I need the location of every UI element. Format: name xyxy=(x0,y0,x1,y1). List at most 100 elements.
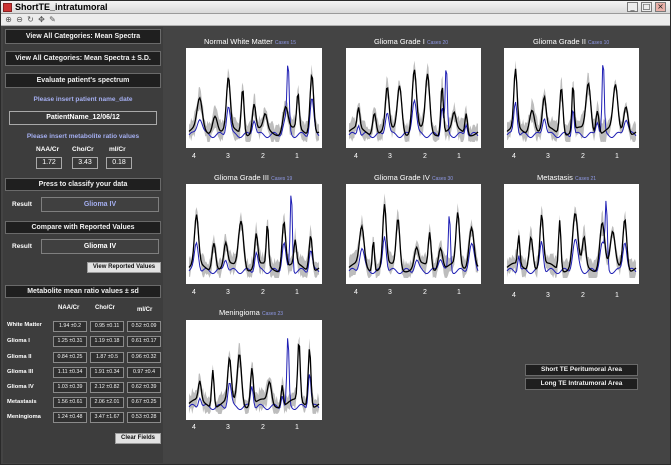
value-cell: 0.84 ±0.25 xyxy=(53,352,87,363)
spectrum-plot xyxy=(186,320,322,420)
ppm-tick: 2 xyxy=(261,424,265,431)
cho-cr-label: Cho/Cr xyxy=(72,146,94,153)
ppm-tick: 1 xyxy=(457,289,461,296)
value-cell: 1.25 ±0.31 xyxy=(53,336,87,347)
mi-cr-input[interactable]: 0.18 xyxy=(106,157,132,169)
mean-ratio-header: Metabolite mean ratio values ± sd xyxy=(5,285,161,298)
close-button[interactable]: × xyxy=(655,2,666,12)
data-cursor-icon[interactable]: ✎ xyxy=(48,15,57,24)
ppm-tick: 3 xyxy=(546,292,550,299)
panel-title: Normal White Matter Cases 15 xyxy=(204,37,296,46)
ppm-axis: 4 3 2 1 xyxy=(186,424,322,434)
ppm-tick: 2 xyxy=(261,289,265,296)
row-label: Glioma I xyxy=(7,338,30,344)
mi-cr-label: mI/Cr xyxy=(109,146,126,153)
ppm-tick: 4 xyxy=(354,153,358,160)
compare-result-value: Glioma IV xyxy=(41,239,159,254)
ppm-axis: 4 3 2 1 xyxy=(504,153,639,163)
value-cell: 1.94 ±0.2 xyxy=(53,321,87,332)
ppm-tick: 1 xyxy=(457,153,461,160)
compare-result-label: Result xyxy=(12,243,32,250)
control-panel: View All Categories: Mean Spectra View A… xyxy=(3,27,163,463)
ppm-axis: 4 3 2 1 xyxy=(504,292,639,302)
spectrum-plot xyxy=(504,48,639,148)
long-te-intratumoral-button[interactable]: Long TE Intratumoral Area xyxy=(525,378,638,390)
naa-cr-input[interactable]: 1.72 xyxy=(36,157,62,169)
naa-cr-label: NAA/Cr xyxy=(36,146,60,153)
ppm-tick: 3 xyxy=(388,289,392,296)
insert-ratio-label: Please insert metabolite ratio values xyxy=(26,133,140,140)
value-cell: 2.12 ±0.82 xyxy=(90,382,124,393)
ppm-tick: 4 xyxy=(192,424,196,431)
value-cell: 1.91 ±0.34 xyxy=(90,367,124,378)
window-title: ShortTE_intratumoral xyxy=(15,2,108,12)
value-cell: 0.95 ±0.11 xyxy=(90,321,124,332)
ppm-tick: 1 xyxy=(295,424,299,431)
spectrum-plot xyxy=(186,48,322,148)
table-header-cho: Cho/Cr xyxy=(95,305,115,311)
classify-result-label: Result xyxy=(12,201,32,208)
row-label: Glioma IV xyxy=(7,384,34,390)
panel-title: Metastasis Cases 21 xyxy=(537,173,597,182)
insert-name-label: Please insert patient name_date xyxy=(33,96,133,103)
view-mean-spectra-button[interactable]: View All Categories: Mean Spectra xyxy=(5,29,161,44)
short-te-peritumoral-button[interactable]: Short TE Peritumoral Area xyxy=(525,364,638,376)
minimize-button[interactable]: _ xyxy=(627,2,638,12)
clear-fields-button[interactable]: Clear Fields xyxy=(115,433,161,444)
ppm-axis: 4 3 2 1 xyxy=(346,289,481,299)
ppm-axis: 4 3 2 1 xyxy=(346,153,481,163)
panel-title: Meningioma Cases 23 xyxy=(219,308,284,317)
value-cell: 1.19 ±0.18 xyxy=(90,336,124,347)
value-cell: 1.24 ±0.48 xyxy=(53,412,87,423)
value-cell: 1.56 ±0.61 xyxy=(53,397,87,408)
ppm-axis: 4 3 2 1 xyxy=(186,289,322,299)
figure-toolbar: ⊕ ⊖ ↻ ✥ ✎ xyxy=(1,14,670,26)
ppm-tick: 2 xyxy=(581,153,585,160)
patient-name-input[interactable]: PatientName_12/06/12 xyxy=(9,111,157,125)
maximize-button[interactable]: □ xyxy=(641,2,652,12)
ppm-tick: 1 xyxy=(295,153,299,160)
table-header-mi: mI/Cr xyxy=(137,307,153,313)
app-window: ShortTE_intratumoral _ □ × ⊕ ⊖ ↻ ✥ ✎ Vie… xyxy=(0,0,671,465)
spectrum-plot xyxy=(346,184,481,284)
panel-title: Glioma Grade IV Cases 30 xyxy=(374,173,454,182)
rotate-icon[interactable]: ↻ xyxy=(26,15,35,24)
classify-result-value: Glioma IV xyxy=(41,197,159,212)
value-cell: 3.47 ±1.67 xyxy=(90,412,124,423)
panel-title: Glioma Grade III Cases 19 xyxy=(214,173,293,182)
ppm-tick: 3 xyxy=(226,153,230,160)
value-cell: 1.87 ±0.5 xyxy=(90,352,124,363)
ppm-tick: 3 xyxy=(226,424,230,431)
view-mean-spectra-sd-button[interactable]: View All Categories: Mean Spectra ± S.D. xyxy=(5,51,161,66)
spectrum-plot xyxy=(504,184,639,284)
ppm-tick: 3 xyxy=(226,289,230,296)
ppm-tick: 4 xyxy=(512,292,516,299)
evaluate-spectrum-button[interactable]: Evaluate patient's spectrum xyxy=(5,73,161,88)
row-label: Metastasis xyxy=(7,399,37,405)
compare-reported-button[interactable]: Compare with Reported Values xyxy=(5,221,161,234)
zoom-out-icon[interactable]: ⊖ xyxy=(15,15,24,24)
value-cell: 0.62 ±0.39 xyxy=(127,382,161,393)
ppm-tick: 4 xyxy=(354,289,358,296)
cho-cr-input[interactable]: 3.43 xyxy=(72,157,98,169)
ppm-tick: 2 xyxy=(581,292,585,299)
value-cell: 0.53 ±0.28 xyxy=(127,412,161,423)
ppm-tick: 2 xyxy=(423,153,427,160)
zoom-in-icon[interactable]: ⊕ xyxy=(4,15,13,24)
ppm-tick: 1 xyxy=(615,153,619,160)
spectrum-plot xyxy=(186,184,322,284)
ppm-tick: 2 xyxy=(423,289,427,296)
classify-button[interactable]: Press to classify your data xyxy=(5,178,161,191)
ppm-tick: 3 xyxy=(546,153,550,160)
value-cell: 1.11 ±0.34 xyxy=(53,367,87,378)
ppm-tick: 1 xyxy=(615,292,619,299)
pan-icon[interactable]: ✥ xyxy=(37,15,46,24)
row-label: Glioma II xyxy=(7,354,32,360)
value-cell: 2.06 ±2.01 xyxy=(90,397,124,408)
row-label: White Matter xyxy=(7,322,42,328)
ppm-tick: 3 xyxy=(388,153,392,160)
ppm-tick: 4 xyxy=(192,153,196,160)
row-label: Meningioma xyxy=(7,414,41,420)
ppm-tick: 4 xyxy=(192,289,196,296)
view-reported-values-button[interactable]: View Reported Values xyxy=(87,262,161,273)
